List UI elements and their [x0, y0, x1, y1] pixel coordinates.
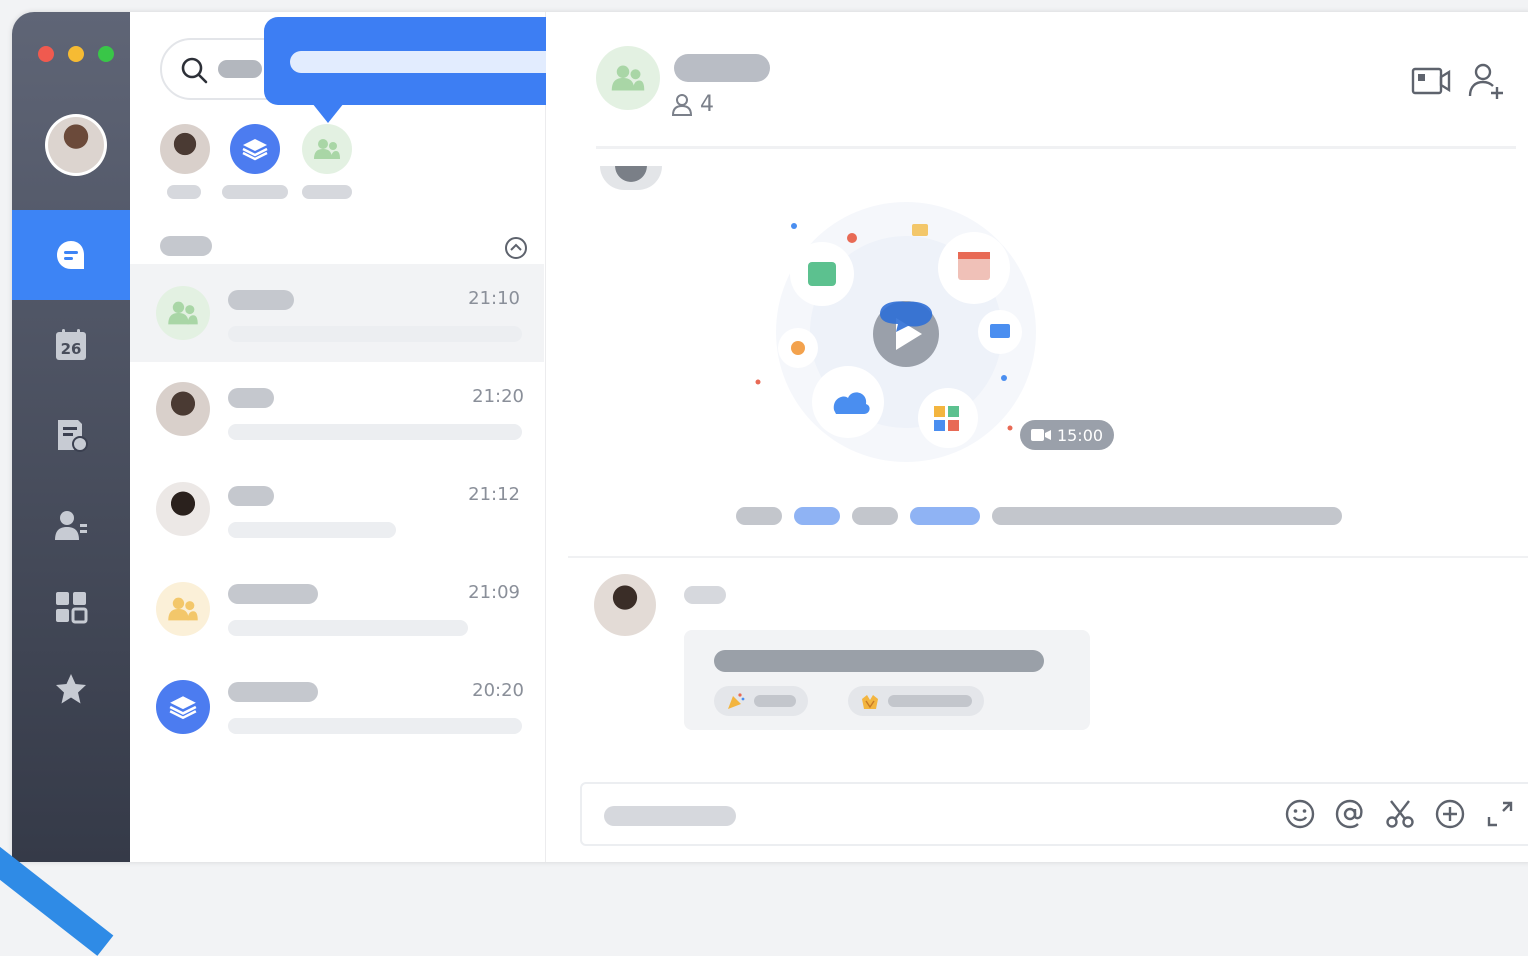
system-join-notice: [736, 502, 1366, 530]
pinned-chat-3[interactable]: [302, 124, 352, 174]
group-avatar: [156, 286, 210, 340]
group-avatar: [156, 582, 210, 636]
emoji-icon[interactable]: [1284, 798, 1316, 830]
add-attachment-icon[interactable]: [1434, 798, 1466, 830]
clap-icon: [862, 695, 878, 709]
collapse-section-icon[interactable]: [504, 236, 528, 260]
docs-icon: [58, 420, 88, 452]
group-icon: [611, 65, 645, 91]
reaction-chip[interactable]: [848, 686, 984, 716]
calendar-date-badge: 26: [61, 340, 82, 358]
message-bubble[interactable]: [684, 630, 1090, 730]
app-window: 26 21:10 21:20 21:12 21:09 20:20 4 15:00: [12, 12, 1528, 862]
conversation-time: 21:10: [468, 288, 520, 309]
mention-icon[interactable]: [1334, 798, 1366, 830]
conversation-time: 21:09: [468, 582, 520, 603]
pinned-chat-2-label: [222, 185, 288, 199]
avatar: [156, 382, 210, 436]
pinned-chat-2[interactable]: [230, 124, 280, 174]
conversation-name: [228, 388, 274, 408]
tooltip-text: [290, 51, 558, 73]
conversation-preview: [228, 424, 522, 440]
calendar-icon: 26: [56, 329, 86, 360]
video-call-icon[interactable]: [1410, 60, 1452, 102]
conversation-row[interactable]: 21:10: [130, 264, 544, 362]
conversation-row[interactable]: 21:09: [130, 558, 544, 656]
contacts-icon: [55, 511, 87, 540]
robot-icon: [791, 341, 805, 355]
team-stack-icon: [169, 696, 197, 720]
composer-placeholder: [604, 806, 736, 826]
group-icon: [168, 597, 198, 621]
section-today-heading: [160, 236, 212, 256]
conversation-preview: [228, 522, 396, 538]
pin-tip-tooltip: [264, 17, 584, 123]
maximize-window-button[interactable]: [98, 46, 114, 62]
conversation-name: [228, 584, 318, 604]
conversation-time: 21:20: [472, 386, 524, 407]
chat-title: [674, 54, 770, 82]
team-avatar: [156, 680, 210, 734]
scissors-icon[interactable]: [1384, 798, 1416, 830]
reaction-chip[interactable]: [714, 686, 808, 716]
pinned-chat-1-label: [167, 185, 201, 199]
chat-icon: [57, 241, 84, 269]
conversation-name: [228, 290, 294, 310]
chat-bubble-icon: [808, 262, 836, 286]
conversation-list-panel: 21:10 21:20 21:12 21:09 20:20: [130, 12, 584, 862]
party-popper-icon: [728, 693, 745, 709]
member-count-value: 4: [700, 92, 714, 117]
rail-item-chat[interactable]: [12, 210, 130, 300]
rail-item-apps[interactable]: [12, 562, 130, 652]
add-member-icon[interactable]: [1466, 60, 1508, 102]
expand-icon[interactable]: [1484, 798, 1516, 830]
rail-item-docs[interactable]: [12, 390, 130, 480]
minimize-window-button[interactable]: [68, 46, 84, 62]
search-icon: [181, 57, 208, 84]
close-window-button[interactable]: [38, 46, 54, 62]
pinned-chat-3-label: [302, 185, 352, 199]
my-avatar[interactable]: [45, 114, 107, 176]
conversation-name: [228, 486, 274, 506]
members-icon: [672, 93, 692, 116]
message-composer[interactable]: [580, 782, 1528, 846]
nav-rail: 26: [12, 12, 130, 862]
favorites-star-icon: [56, 674, 86, 704]
group-icon: [314, 139, 340, 159]
conversation-time: 20:20: [472, 680, 524, 701]
mention-new-member[interactable]: [794, 507, 840, 525]
conversation-row[interactable]: 21:12: [130, 460, 544, 558]
rail-item-calendar[interactable]: 26: [12, 300, 130, 390]
team-stack-icon: [242, 139, 268, 161]
header-divider: [596, 146, 1516, 149]
member-count[interactable]: 4: [672, 92, 714, 117]
search-placeholder: [218, 60, 262, 78]
rail-item-favorites[interactable]: [12, 644, 130, 734]
chat-group-avatar: [596, 46, 660, 110]
sender-name: [684, 586, 726, 604]
conversation-time: 21:12: [468, 484, 520, 505]
video-duration-badge: 15:00: [1020, 420, 1114, 450]
pinned-chat-1[interactable]: [160, 124, 210, 174]
video-duration: 15:00: [1056, 425, 1104, 445]
notice-divider: [568, 556, 1528, 558]
conversation-row[interactable]: 21:20: [130, 362, 544, 460]
video-camera-icon: [1030, 429, 1051, 441]
conversation-preview: [228, 326, 522, 342]
mention-group[interactable]: [910, 507, 980, 525]
sender-avatar[interactable]: [594, 574, 656, 636]
chat-panel: 4 15:00: [546, 12, 1528, 862]
group-icon: [168, 301, 198, 325]
presentation-icon: [990, 324, 1010, 338]
conversation-preview: [228, 718, 522, 734]
apps-grid-icon: [56, 592, 88, 624]
conversation-row[interactable]: 20:20: [130, 656, 544, 754]
previous-avatar: [600, 166, 662, 190]
message-text: [714, 650, 1044, 672]
conversation-preview: [228, 620, 468, 636]
conversation-name: [228, 682, 318, 702]
avatar: [156, 482, 210, 536]
rail-item-contacts[interactable]: [12, 480, 130, 570]
